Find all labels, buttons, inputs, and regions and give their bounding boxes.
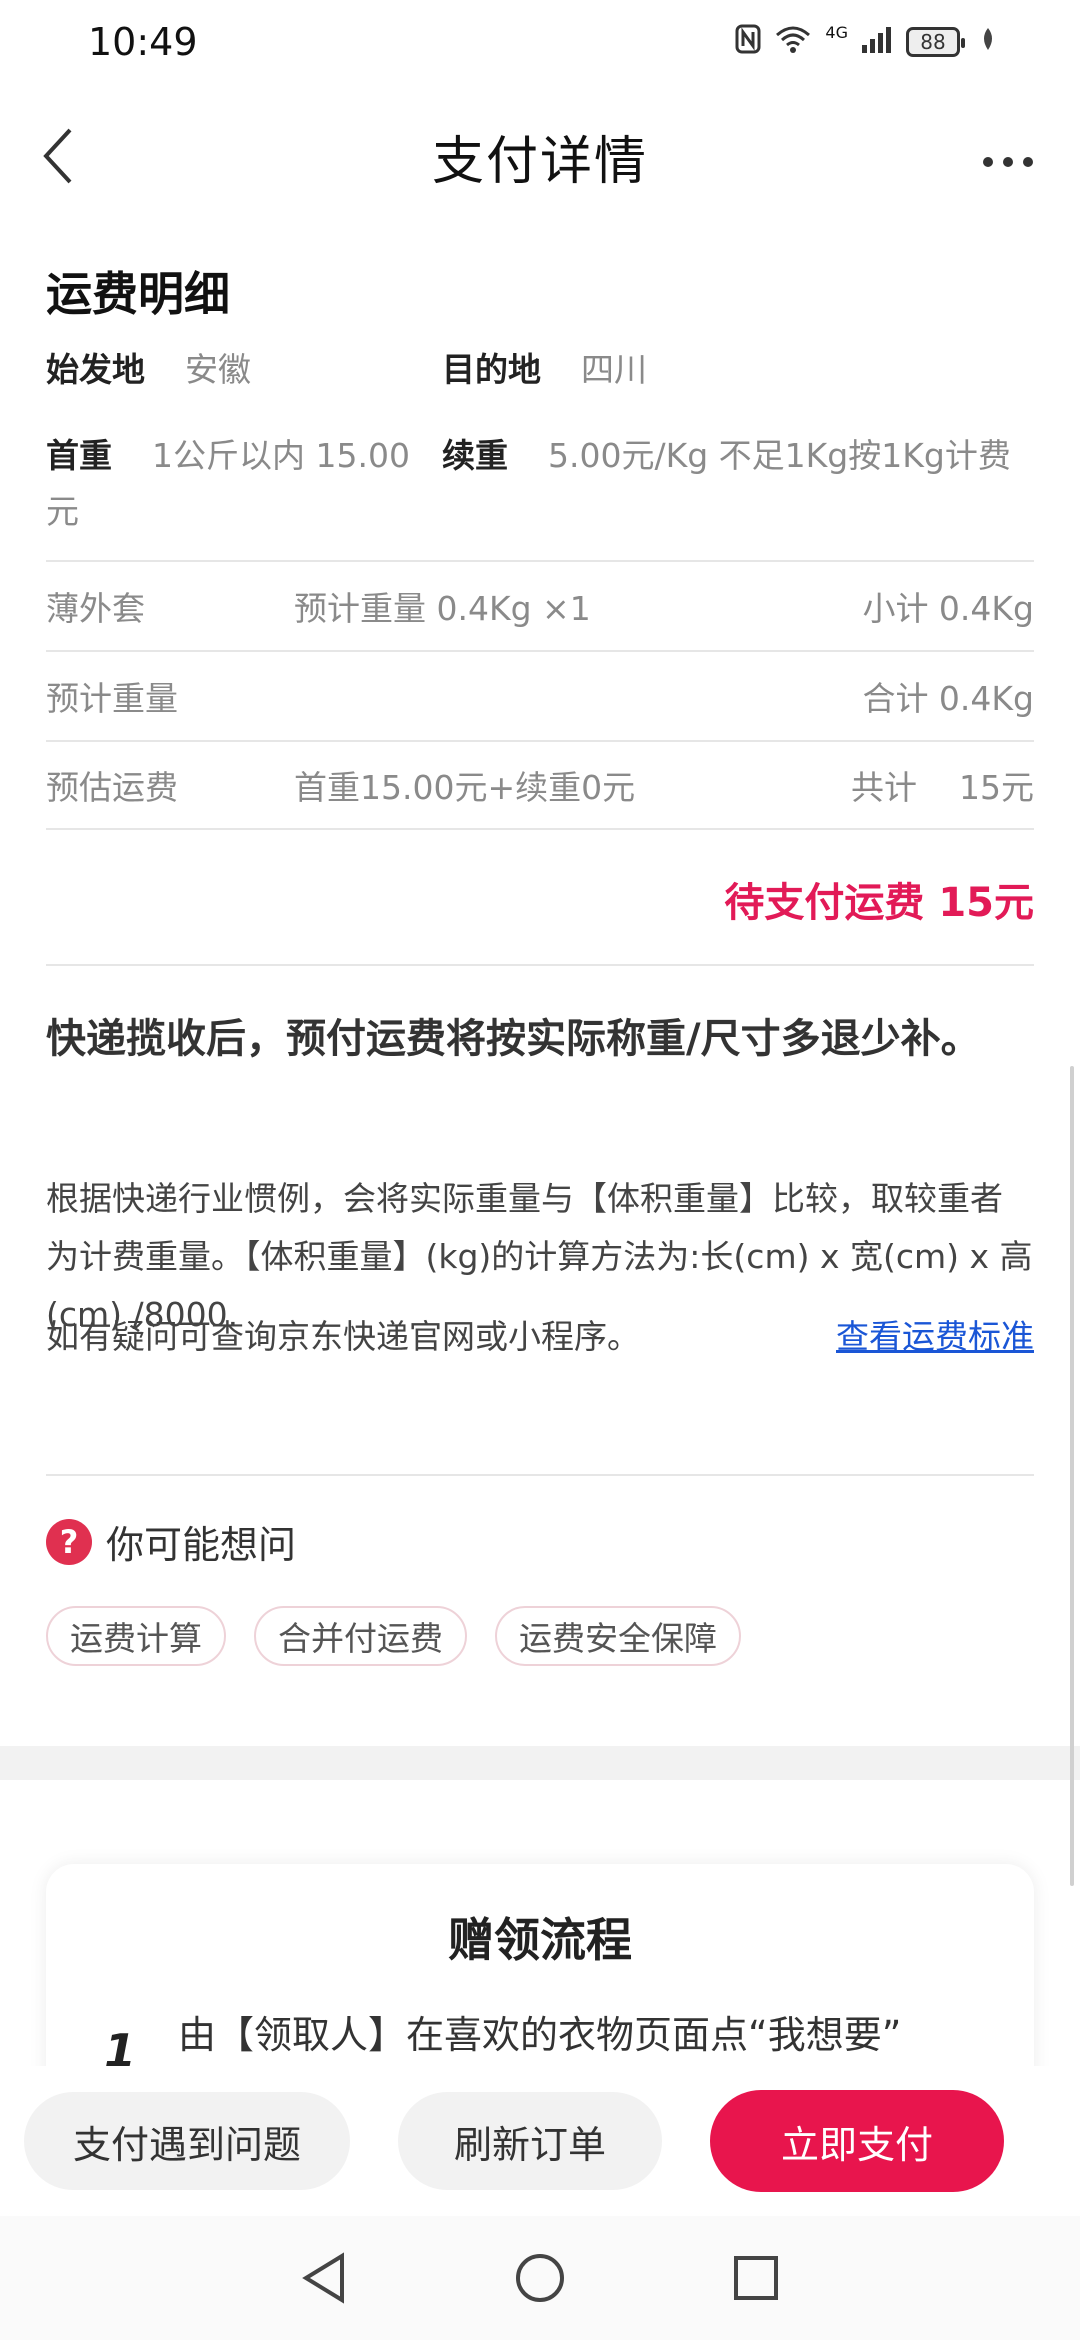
- status-time: 10:49: [88, 20, 198, 64]
- add-weight-label: 续重: [442, 436, 508, 475]
- network-type: 4G: [825, 22, 848, 42]
- pay-now-button[interactable]: 立即支付: [710, 2090, 1004, 2192]
- payment-issue-button[interactable]: 支付遇到问题: [24, 2092, 350, 2190]
- first-weight-cell: 首重 1公斤以内 15.00元: [46, 428, 442, 540]
- faq-header: ? 你可能想问: [46, 1514, 296, 1569]
- system-back-button[interactable]: [296, 2250, 352, 2306]
- flow-title: 赠领流程: [448, 1913, 632, 1967]
- table-row: 预估运费 首重15.00元+续重0元 共计 15元: [46, 740, 1034, 830]
- wifi-icon: [775, 25, 811, 60]
- weight-rule-row: 首重 1公斤以内 15.00元 续重 5.00元/Kg 不足1Kg按1Kg计费: [46, 428, 1034, 540]
- system-nav-bar: [0, 2216, 1080, 2340]
- first-weight-label: 首重: [46, 436, 112, 475]
- page-title: 支付详情: [431, 131, 648, 192]
- dest-label: 目的地: [442, 350, 541, 389]
- question-icon: ?: [46, 1518, 92, 1565]
- battery-icon: 88: [906, 27, 965, 57]
- route-row: 始发地 安徽 目的地 四川: [46, 342, 1034, 398]
- estimate-weight-label: 预计重量: [46, 679, 178, 718]
- estimate-fee-total: 共计 15元: [851, 768, 1034, 807]
- add-weight-value: 5.00元/Kg 不足1Kg按1Kg计费: [548, 436, 1011, 475]
- bottom-action-bar: 支付遇到问题 刷新订单 立即支付: [0, 2066, 1080, 2216]
- refresh-order-button[interactable]: 刷新订单: [398, 2092, 662, 2190]
- faq-chips: 运费计算 合并付运费 运费安全保障: [46, 1606, 741, 1666]
- nav-bar: 支付详情: [0, 108, 1080, 204]
- divider: [46, 964, 1034, 966]
- scrollbar[interactable]: [1070, 1066, 1074, 1886]
- item-weight: 预计重量 0.4Kg ×1: [294, 589, 591, 628]
- origin-cell: 始发地 安徽: [46, 342, 442, 398]
- origin-label: 始发地: [46, 350, 145, 389]
- square-recents-icon: [734, 2256, 778, 2300]
- freight-standard-link[interactable]: 查看运费标准: [836, 1310, 1034, 1358]
- item-subtotal: 小计 0.4Kg: [862, 589, 1034, 628]
- dest-value: 四川: [581, 350, 647, 389]
- circle-home-icon: [516, 2254, 564, 2302]
- faq-chip-fee-calc[interactable]: 运费计算: [46, 1606, 226, 1666]
- table-row: 预计重量 合计 0.4Kg: [46, 650, 1034, 740]
- first-weight-block: 首重 1公斤以内 15.00元: [46, 428, 442, 540]
- faq-title: 你可能想问: [106, 1523, 297, 1567]
- system-home-button[interactable]: [512, 2250, 568, 2306]
- leaf-icon: [980, 26, 996, 59]
- add-weight-cell: 续重 5.00元/Kg 不足1Kg按1Kg计费: [442, 428, 1034, 540]
- more-menu-button[interactable]: [980, 130, 1036, 181]
- estimate-fee-label: 预估运费: [46, 768, 178, 807]
- nfc-icon: [735, 24, 761, 61]
- divider: [46, 1474, 1034, 1476]
- status-bar: 10:49 4G 88: [0, 0, 1080, 84]
- system-recents-button[interactable]: [728, 2250, 784, 2306]
- query-text: 如有疑问可查询京东快递官网或小程序。: [46, 1317, 640, 1356]
- faq-chip-merge-pay[interactable]: 合并付运费: [254, 1606, 467, 1666]
- table-row: 薄外套 预计重量 0.4Kg ×1 小计 0.4Kg: [46, 560, 1034, 650]
- due-amount: 待支付运费 15元: [724, 880, 1034, 926]
- signal-icon: [862, 25, 892, 60]
- section-separator: [0, 1746, 1080, 1780]
- more-dots-icon: [983, 157, 1033, 167]
- freight-section-title: 运费明细: [46, 267, 230, 321]
- dest-cell: 目的地 四川: [442, 342, 647, 398]
- estimate-fee-formula: 首重15.00元+续重0元: [294, 768, 636, 807]
- origin-value: 安徽: [185, 350, 251, 389]
- back-button[interactable]: [28, 126, 88, 186]
- item-name: 薄外套: [46, 589, 145, 628]
- status-icons: 4G 88: [735, 22, 996, 61]
- query-row: 如有疑问可查询京东快递官网或小程序。 查看运费标准: [46, 1310, 1034, 1358]
- refund-notice-title: 快递揽收后，预付运费将按实际称重/尺寸多退少补。: [46, 1016, 981, 1062]
- faq-chip-safety[interactable]: 运费安全保障: [495, 1606, 741, 1666]
- triangle-back-icon: [302, 2252, 344, 2304]
- flow-step-text: 由【领取人】在喜欢的衣物页面点“我想要”: [178, 2013, 902, 2057]
- back-arrow-icon: [43, 128, 72, 184]
- estimate-weight-total: 合计 0.4Kg: [862, 679, 1034, 718]
